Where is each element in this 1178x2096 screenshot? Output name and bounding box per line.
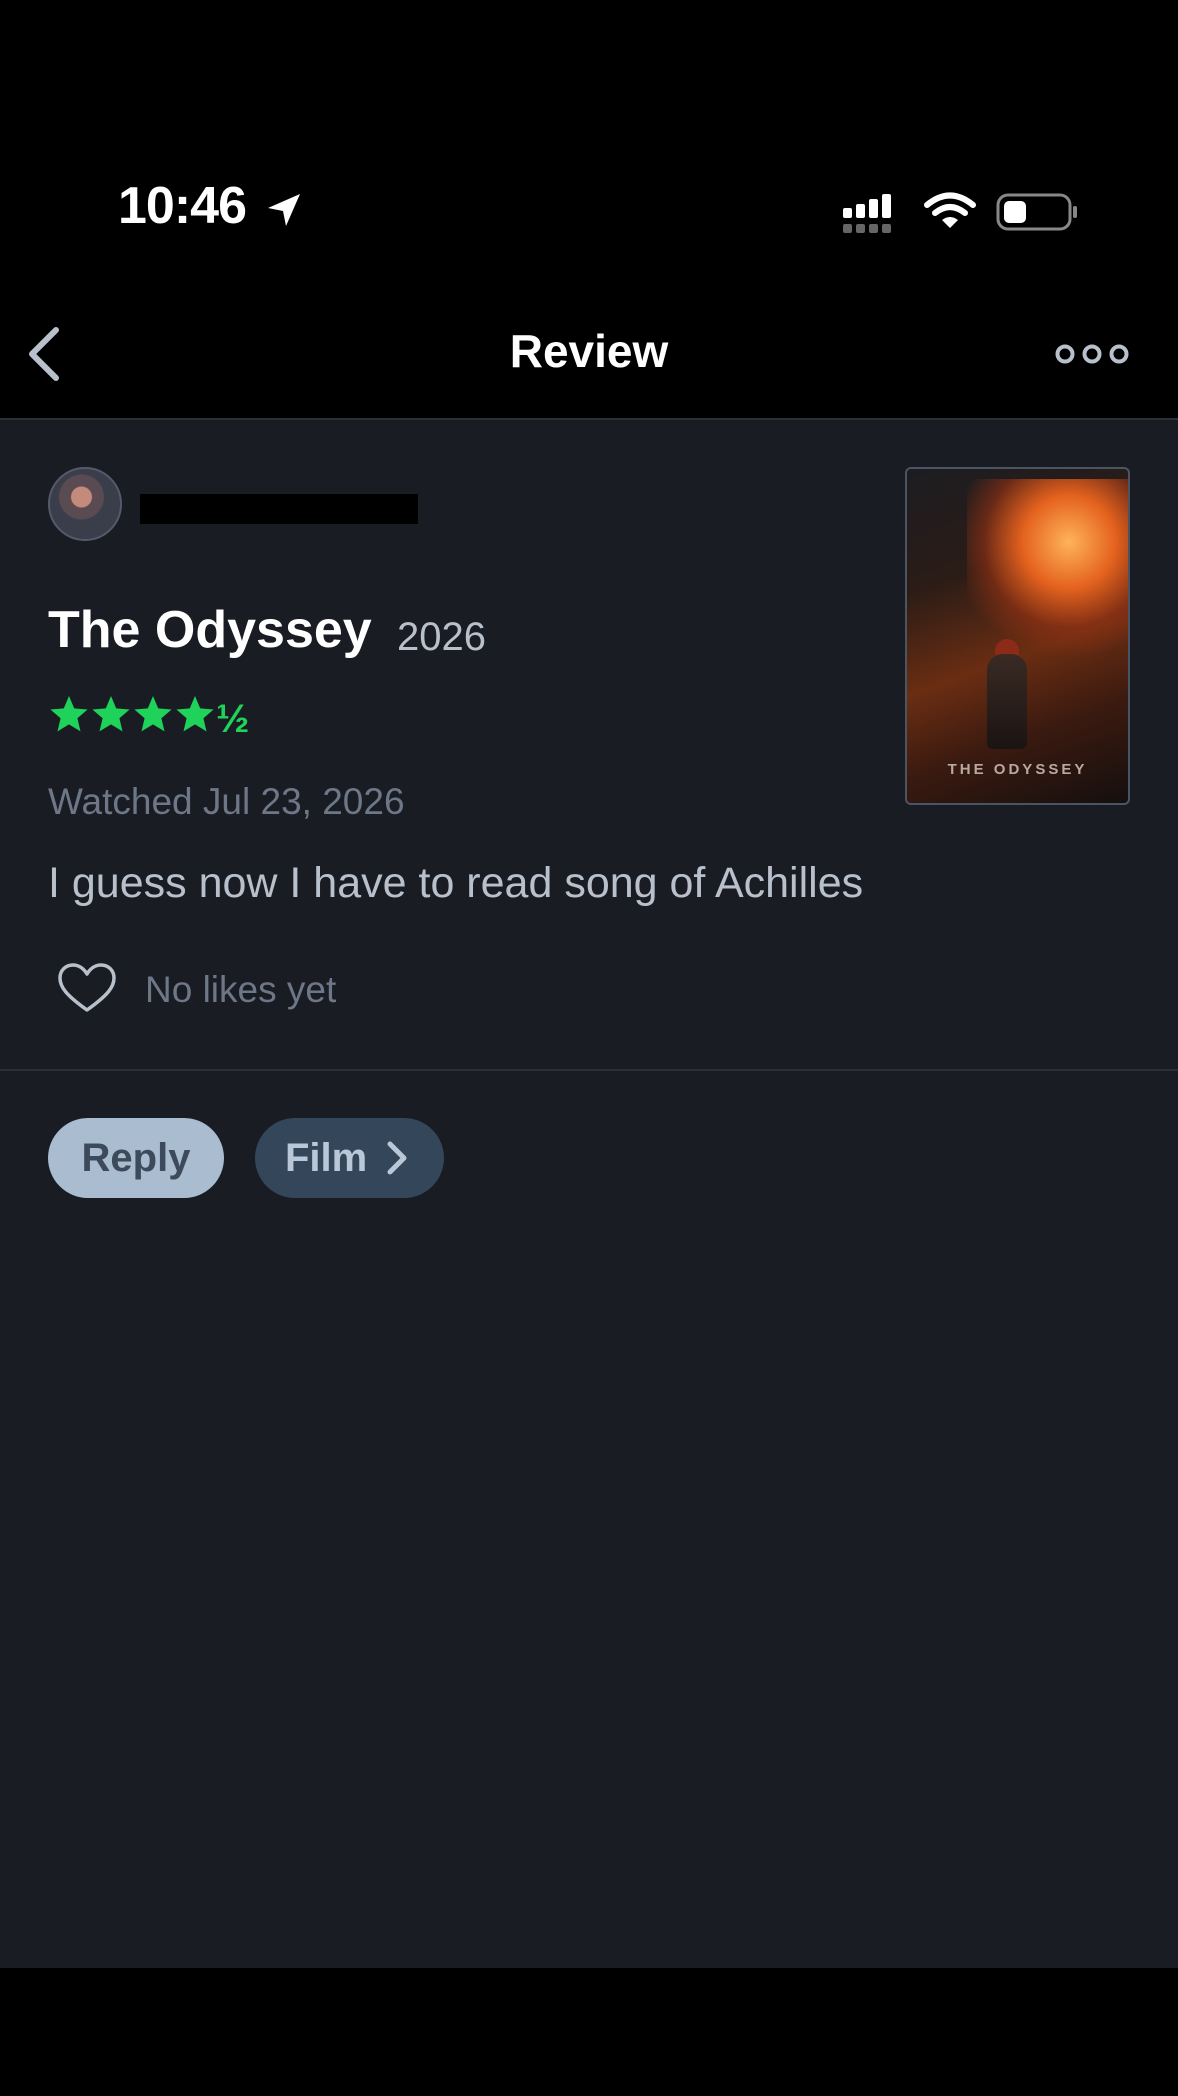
avatar[interactable] — [48, 467, 122, 541]
reply-button[interactable]: Reply — [48, 1118, 224, 1198]
film-title[interactable]: The Odyssey — [48, 604, 372, 656]
status-bar — [0, 0, 1178, 300]
battery-icon — [996, 193, 1077, 231]
watched-date: Watched Jul 23, 2026 — [48, 781, 405, 822]
film-button[interactable]: Film — [255, 1118, 444, 1198]
star-icon — [50, 696, 88, 732]
location-arrow-icon — [268, 194, 300, 226]
wifi-icon — [924, 192, 976, 228]
star-icon — [92, 696, 130, 732]
reply-button-label: Reply — [81, 1135, 191, 1180]
heart-icon[interactable] — [56, 962, 118, 1016]
star-icon — [134, 696, 172, 732]
star-icon — [176, 696, 214, 732]
page-title: Review — [509, 325, 669, 377]
bottom-bar — [0, 1968, 1178, 2096]
signal-icon — [843, 194, 891, 233]
divider — [0, 1069, 1178, 1071]
more-icon[interactable] — [1055, 342, 1129, 366]
film-button-label: Film — [285, 1135, 368, 1180]
film-poster[interactable]: THE ODYSSEY — [905, 467, 1130, 805]
username-redacted[interactable] — [140, 494, 418, 524]
half-star-glyph: ½ — [216, 697, 249, 740]
poster-art-warrior — [987, 654, 1027, 749]
film-year: 2026 — [397, 615, 486, 659]
likes-count: No likes yet — [145, 969, 337, 1010]
star-rating: ½ — [50, 696, 249, 740]
poster-art-fire — [967, 479, 1128, 659]
chevron-right-icon — [387, 1141, 407, 1175]
status-time: 10:46 — [118, 177, 247, 235]
review-body: I guess now I have to read song of Achil… — [48, 859, 864, 907]
poster-title: THE ODYSSEY — [947, 761, 1088, 778]
